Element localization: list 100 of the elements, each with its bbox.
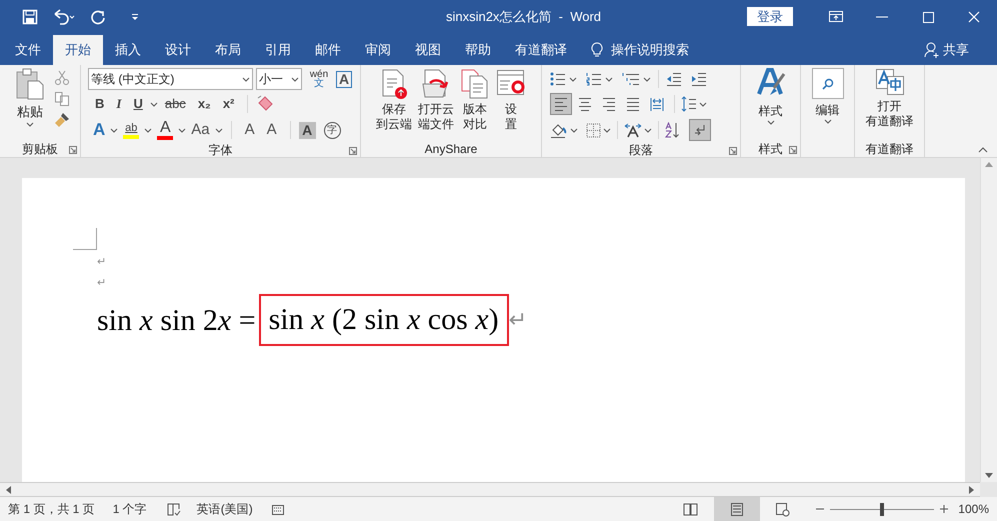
paste-button[interactable]: 粘贴: [14, 68, 46, 141]
caret-icon[interactable]: [214, 128, 223, 132]
highlight-button[interactable]: ab: [120, 121, 142, 139]
zoom-in-icon[interactable]: [940, 505, 948, 513]
enclose-characters-button[interactable]: 字: [324, 122, 341, 138]
ribbon-tab[interactable]: 审阅: [353, 35, 403, 65]
format-button[interactable]: x²: [218, 94, 240, 114]
caret-icon[interactable]: [644, 128, 652, 132]
format-button[interactable]: I: [111, 94, 126, 114]
ribbon-tab[interactable]: 开始: [53, 35, 103, 65]
dialog-launcher-icon[interactable]: [349, 147, 357, 155]
paintbrush-icon[interactable]: [54, 112, 70, 128]
font-size-dropdown[interactable]: 小一: [256, 68, 302, 90]
zoom-slider-thumb[interactable]: [880, 502, 884, 516]
ribbon-tab[interactable]: 视图: [403, 35, 453, 65]
cloud-button[interactable]: 打开云 端文件: [418, 69, 454, 141]
horizontal-scrollbar[interactable]: [0, 482, 980, 497]
dialog-launcher-icon[interactable]: [729, 147, 737, 155]
increase-indent-icon[interactable]: [691, 72, 707, 86]
show-formatting-marks-button[interactable]: [689, 119, 711, 141]
editing-button[interactable]: 编辑: [812, 68, 844, 141]
shading-bucket-icon[interactable]: [550, 122, 568, 138]
caret-icon[interactable]: [110, 128, 118, 132]
word-count[interactable]: 1 个字: [112, 500, 147, 518]
shrink-font-button[interactable]: A: [262, 118, 282, 142]
caret-icon[interactable]: [643, 76, 651, 82]
dialog-launcher-icon[interactable]: [789, 146, 797, 154]
tell-me-search[interactable]: 操作说明搜索: [611, 40, 689, 60]
sort-icon[interactable]: [665, 122, 681, 138]
caret-icon[interactable]: [605, 76, 613, 82]
share-button[interactable]: 共享: [924, 35, 969, 65]
caret-icon[interactable]: [569, 76, 577, 82]
align-left-button[interactable]: [550, 93, 572, 115]
ribbon-tab[interactable]: 邮件: [303, 35, 353, 65]
caret-icon[interactable]: [144, 128, 152, 132]
phonetic-guide-button[interactable]: wén 文: [309, 70, 329, 88]
close-icon[interactable]: [966, 8, 982, 24]
decrease-indent-icon[interactable]: [666, 72, 682, 86]
character-shading-button[interactable]: A: [298, 122, 316, 138]
scissors-icon[interactable]: [54, 70, 70, 86]
redo-icon[interactable]: [90, 8, 106, 24]
ribbon-tab[interactable]: 文件: [3, 35, 53, 65]
asian-layout-icon[interactable]: [624, 122, 642, 138]
format-button[interactable]: B: [90, 94, 110, 114]
text-effects-button[interactable]: A: [90, 117, 108, 143]
align-icon: [554, 96, 568, 112]
ribbon-tab[interactable]: 有道翻译: [503, 35, 579, 65]
cloud-button[interactable]: 保存 到云端: [376, 69, 412, 141]
highlighted-equation: sin x (2 sin x cos x): [258, 294, 509, 346]
undo-icon[interactable]: [52, 8, 76, 24]
ribbon-display-icon[interactable]: [828, 8, 844, 24]
save-icon[interactable]: [22, 8, 38, 24]
ribbon-tab[interactable]: 设计: [153, 35, 203, 65]
zoom-level[interactable]: 100%: [958, 500, 989, 518]
customize-icon[interactable]: [130, 12, 140, 22]
copy-icon[interactable]: [54, 91, 70, 107]
eraser-icon[interactable]: [256, 95, 274, 113]
window-title: sinxsin2x怎么化简 - Word: [444, 8, 602, 26]
ribbon-tab[interactable]: 引用: [253, 35, 303, 65]
caret-icon[interactable]: [603, 128, 611, 132]
group-label: 字体: [208, 142, 232, 159]
language-status[interactable]: 英语(美国): [196, 500, 253, 518]
collapse-ribbon-icon[interactable]: [978, 147, 988, 153]
folder-arrow-icon: [421, 69, 451, 99]
group-label: 样式: [758, 141, 782, 158]
format-button[interactable]: abc: [160, 94, 191, 114]
format-button[interactable]: U: [128, 94, 148, 114]
caret-icon[interactable]: [150, 102, 158, 106]
numbering-icon[interactable]: [586, 72, 602, 86]
margin-corner-mark: [73, 228, 97, 250]
search-icon: [822, 78, 834, 90]
line-spacing-icon[interactable]: [681, 96, 697, 112]
bullets-icon[interactable]: [550, 72, 566, 86]
styles-button[interactable]: 样式: [756, 68, 786, 141]
print-view-button[interactable]: [714, 497, 760, 521]
youdao-translate-button[interactable]: 打开 有道翻译: [866, 68, 914, 141]
login-button[interactable]: 登录: [747, 7, 793, 26]
caret-icon[interactable]: [570, 128, 578, 132]
proofing-book-icon[interactable]: [166, 502, 181, 516]
change-case-button[interactable]: Aa: [188, 118, 213, 142]
ribbon-tab[interactable]: 插入: [103, 35, 153, 65]
caret-icon[interactable]: [178, 128, 186, 132]
vertical-scrollbar[interactable]: [980, 158, 997, 482]
caret-icon[interactable]: [699, 102, 707, 106]
multilevel-list-icon[interactable]: [622, 72, 640, 86]
dialog-launcher-icon[interactable]: [69, 146, 77, 154]
scroll-left-icon: [6, 486, 11, 494]
ribbon-tab[interactable]: 布局: [203, 35, 253, 65]
format-button[interactable]: x₂: [192, 94, 216, 114]
ribbon-tab[interactable]: 帮助: [453, 35, 503, 65]
grow-font-button[interactable]: A: [240, 118, 260, 142]
page-count[interactable]: 第 1 页，共 1 页: [8, 500, 95, 518]
character-border-button[interactable]: A: [336, 70, 352, 88]
cloud-button[interactable]: 版本 对比: [460, 69, 490, 141]
settings-button[interactable]: 设 置: [496, 69, 526, 141]
borders-icon[interactable]: [586, 122, 601, 138]
font-color-button[interactable]: A: [154, 120, 176, 140]
macro-icon[interactable]: [270, 502, 285, 516]
zoom-slider[interactable]: [830, 502, 934, 516]
font-name-dropdown[interactable]: 等线 (中文正文): [88, 68, 253, 90]
